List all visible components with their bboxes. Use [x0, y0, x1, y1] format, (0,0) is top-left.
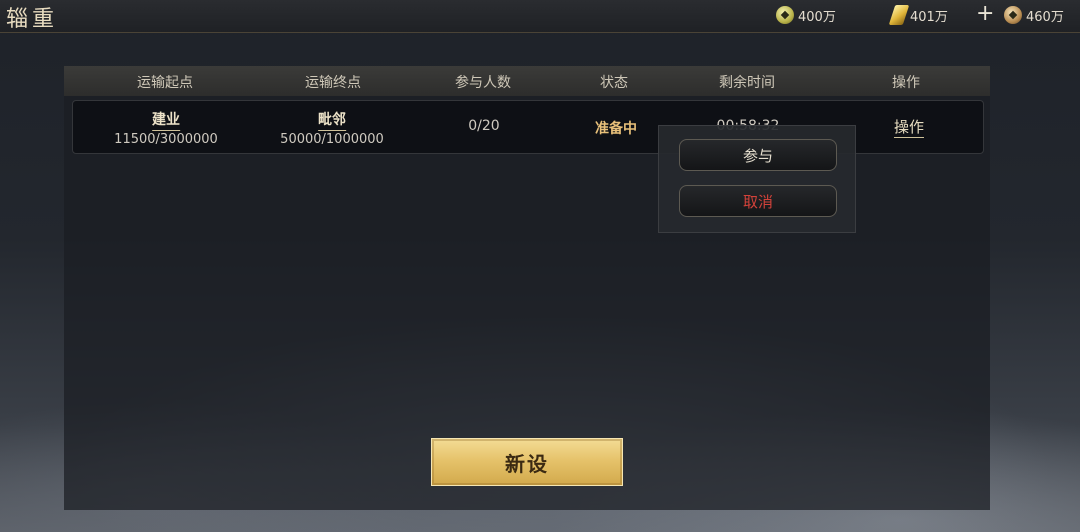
gold-ingot-icon	[888, 5, 910, 25]
header-participants: 参与人数	[455, 75, 511, 91]
page-title: 辎重	[6, 7, 59, 32]
origin-amount: 11500/3000000	[114, 132, 218, 147]
participants-value: 0/20	[468, 118, 500, 134]
gold-currency: 401万	[888, 3, 948, 27]
header-destination: 运输终点	[305, 75, 361, 91]
table-header: 运输起点 运输终点 参与人数 状态 剩余时间 操作	[64, 66, 990, 96]
action-popup-menu: 参与 取消	[658, 125, 856, 233]
header-time-left: 剩余时间	[719, 75, 775, 91]
jade-coin-icon	[776, 6, 794, 24]
join-button[interactable]: 参与	[679, 139, 837, 171]
copper-value: 460万	[1026, 9, 1064, 25]
destination-cell: 毗邻 50000/1000000	[280, 109, 384, 147]
header-status: 状态	[600, 75, 628, 91]
copper-coin-icon	[1004, 6, 1022, 24]
action-cell: 操作	[893, 116, 925, 138]
action-link[interactable]: 操作	[893, 118, 925, 138]
gold-value: 401万	[910, 9, 948, 25]
new-transport-button[interactable]: 新设	[431, 438, 623, 486]
header-origin: 运输起点	[137, 75, 193, 91]
header-action: 操作	[892, 75, 920, 91]
copper-currency: 460万	[1004, 3, 1064, 27]
origin-name: 建业	[151, 109, 180, 131]
jade-currency: 400万	[776, 3, 836, 27]
top-bar: 辎重 400万 401万 + 460万	[0, 0, 1080, 33]
origin-cell: 建业 11500/3000000	[114, 109, 218, 147]
cancel-button[interactable]: 取消	[679, 185, 837, 217]
plus-icon[interactable]: +	[976, 3, 994, 25]
status-badge: 准备中	[595, 121, 637, 137]
jade-value: 400万	[798, 9, 836, 25]
destination-amount: 50000/1000000	[280, 132, 384, 147]
destination-name: 毗邻	[317, 109, 346, 131]
